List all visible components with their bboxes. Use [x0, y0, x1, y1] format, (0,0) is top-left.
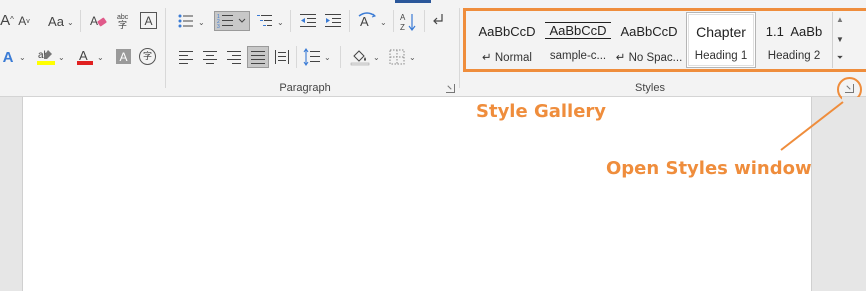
open-styles-annotation: Open Styles window	[606, 158, 812, 179]
annotation-arrow	[780, 101, 844, 151]
style-gallery-annotation: Style Gallery	[476, 101, 607, 122]
